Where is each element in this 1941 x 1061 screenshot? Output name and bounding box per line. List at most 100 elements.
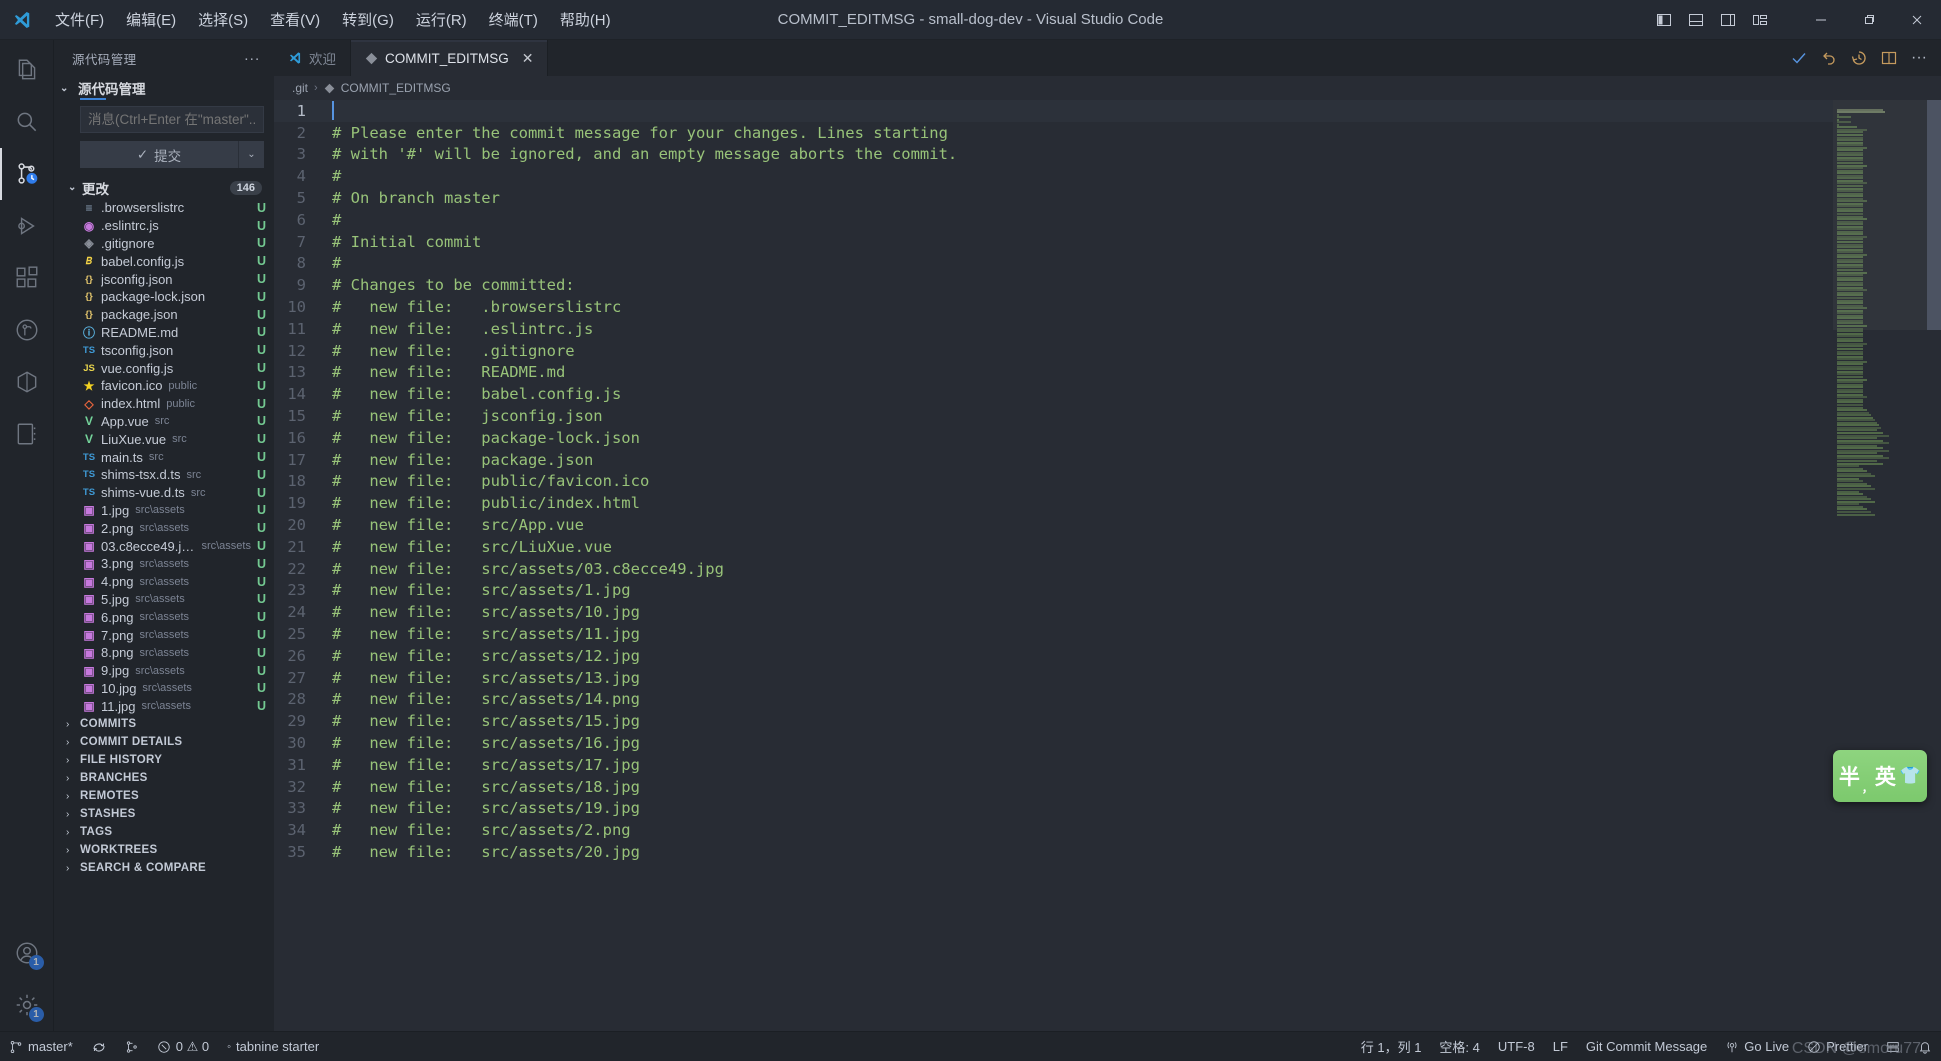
code-line[interactable]: 25 # new file: src/assets/11.jpg [274, 623, 1833, 645]
split-editor-icon[interactable] [1875, 44, 1903, 72]
code-line[interactable]: 35 # new file: src/assets/20.jpg [274, 841, 1833, 863]
code-line[interactable]: 13 # new file: README.md [274, 362, 1833, 384]
scm-panel-search-compare[interactable]: › SEARCH & COMPARE [54, 859, 274, 877]
list-item[interactable]: ▣ 1.jpg src\assets U [54, 502, 274, 520]
code-line[interactable]: 5 # On branch master [274, 187, 1833, 209]
scm-section-header[interactable]: ⌄ 源代码管理 [54, 76, 274, 100]
list-item[interactable]: ▣ 3.png src\assets U [54, 555, 274, 573]
status-cursor-position[interactable]: 行 1，列 1 [1352, 1032, 1431, 1061]
code-line[interactable]: 33 # new file: src/assets/19.jpg [274, 798, 1833, 820]
code-line[interactable]: 21 # new file: src/LiuXue.vue [274, 536, 1833, 558]
activitybar-settings[interactable]: 1 [0, 979, 54, 1031]
check-icon[interactable] [1785, 44, 1813, 72]
list-item[interactable]: ◇ index.html public U [54, 395, 274, 413]
list-item[interactable]: JS vue.config.js U [54, 359, 274, 377]
code-line[interactable]: 15 # new file: jsconfig.json [274, 405, 1833, 427]
code-line[interactable]: 6 # [274, 209, 1833, 231]
list-item[interactable]: ★ favicon.ico public U [54, 377, 274, 395]
code-line[interactable]: 28 # new file: src/assets/14.png [274, 689, 1833, 711]
code-line[interactable]: 19 # new file: public/index.html [274, 492, 1833, 514]
code-line[interactable]: 30 # new file: src/assets/16.jpg [274, 732, 1833, 754]
minimap-slider[interactable] [1833, 100, 1941, 330]
scm-panel-worktrees[interactable]: › WORKTREES [54, 841, 274, 859]
code-line[interactable]: 32 # new file: src/assets/18.jpg [274, 776, 1833, 798]
status-indentation[interactable]: 空格: 4 [1430, 1032, 1488, 1061]
list-item[interactable]: ▣ 2.png src\assets U [54, 519, 274, 537]
list-item[interactable]: ▣ 9.jpg src\assets U [54, 662, 274, 680]
close-icon[interactable]: ✕ [522, 50, 534, 67]
list-item[interactable]: TS tsconfig.json U [54, 341, 274, 359]
status-notifications[interactable] [1909, 1032, 1941, 1061]
history-icon[interactable] [1845, 44, 1873, 72]
list-item[interactable]: ▣ 03.c8ecce49.jpg src\assets U [54, 537, 274, 555]
status-prettier[interactable]: Prettier [1798, 1032, 1877, 1061]
code-line[interactable]: 10 # new file: .browserslistrc [274, 296, 1833, 318]
code-line[interactable]: 3 # with '#' will be ignored, and an empt… [274, 144, 1833, 166]
commit-dropdown-button[interactable]: ⌄ [238, 141, 264, 168]
scm-panel-commits[interactable]: › COMMITS [54, 715, 274, 733]
code-line[interactable]: 29 # new file: src/assets/15.jpg [274, 710, 1833, 732]
menu-view[interactable]: 查看(V) [259, 4, 331, 35]
activitybar-extensions[interactable] [0, 252, 54, 304]
maximize-button[interactable] [1845, 0, 1893, 40]
scm-panel-stashes[interactable]: › STASHES [54, 805, 274, 823]
code-line[interactable]: 22 # new file: src/assets/03.c8ecce49.jpg [274, 558, 1833, 580]
list-item[interactable]: TS shims-tsx.d.ts src U [54, 466, 274, 484]
activitybar-source-control[interactable] [0, 148, 54, 200]
activitybar-accounts[interactable]: 1 [0, 927, 54, 979]
code-line[interactable]: 7 # Initial commit [274, 231, 1833, 253]
status-language-mode[interactable]: Git Commit Message [1577, 1032, 1716, 1061]
status-remote[interactable] [1877, 1032, 1909, 1061]
list-item[interactable]: {} package-lock.json U [54, 288, 274, 306]
status-sync[interactable] [82, 1032, 116, 1061]
sidebar-more-icon[interactable]: ··· [236, 50, 268, 67]
list-item[interactable]: 𝐵babel.config.js U [54, 252, 274, 270]
breadcrumb-folder[interactable]: .git [292, 81, 308, 95]
list-item[interactable]: ▣ 7.png src\assets U [54, 626, 274, 644]
status-git-branch[interactable]: master* [0, 1032, 82, 1061]
code-line[interactable]: 24 # new file: src/assets/10.jpg [274, 601, 1833, 623]
code-line[interactable]: 34 # new file: src/assets/2.png [274, 819, 1833, 841]
code-line[interactable]: 26 # new file: src/assets/12.jpg [274, 645, 1833, 667]
code-line[interactable]: 16 # new file: package-lock.json [274, 427, 1833, 449]
breadcrumb-file[interactable]: COMMIT_EDITMSG [341, 81, 451, 95]
status-tabnine[interactable]: ◦ tabnine starter [218, 1032, 328, 1061]
changes-group-header[interactable]: ⌄ 更改 146 [54, 176, 274, 199]
code-line[interactable]: 17 # new file: package.json [274, 449, 1833, 471]
list-item[interactable]: V LiuXue.vue src U [54, 430, 274, 448]
code-line[interactable]: 18 # new file: public/favicon.ico [274, 471, 1833, 493]
menu-go[interactable]: 转到(G) [331, 4, 405, 35]
code-line[interactable]: 2 # Please enter the commit message for y… [274, 122, 1833, 144]
scm-panel-remotes[interactable]: › REMOTES [54, 787, 274, 805]
tab-commit-editmsg[interactable]: COMMIT_EDITMSG ✕ [351, 40, 549, 76]
list-item[interactable]: {} jsconfig.json U [54, 270, 274, 288]
code-line[interactable]: 31 # new file: src/assets/17.jpg [274, 754, 1833, 776]
menu-run[interactable]: 运行(R) [405, 4, 478, 35]
menu-file[interactable]: 文件(F) [44, 4, 115, 35]
code-line[interactable]: 11 # new file: .eslintrc.js [274, 318, 1833, 340]
scm-panel-file-history[interactable]: › FILE HISTORY [54, 751, 274, 769]
status-eol[interactable]: LF [1544, 1032, 1577, 1061]
menu-help[interactable]: 帮助(H) [549, 4, 622, 35]
code-line[interactable]: 27 # new file: src/assets/13.jpg [274, 667, 1833, 689]
list-item[interactable]: ≡ .browserslistrc U [54, 199, 274, 217]
toggle-secondary-sidebar-icon[interactable] [1713, 5, 1743, 35]
code-line[interactable]: 4 # [274, 165, 1833, 187]
list-item[interactable]: ▣ 5.jpg src\assets U [54, 591, 274, 609]
activitybar-search[interactable] [0, 96, 54, 148]
toggle-primary-sidebar-icon[interactable] [1649, 5, 1679, 35]
status-git-compare[interactable] [116, 1032, 148, 1061]
list-item[interactable]: ◈ .gitignore U [54, 235, 274, 253]
code-line[interactable]: 9 # Changes to be committed: [274, 274, 1833, 296]
code-line[interactable]: 12 # new file: .gitignore [274, 340, 1833, 362]
menu-terminal[interactable]: 终端(T) [478, 4, 549, 35]
scm-panel-tags[interactable]: › TAGS [54, 823, 274, 841]
editor-scrollbar[interactable] [1927, 100, 1941, 1031]
list-item[interactable]: ◉ .eslintrc.js U [54, 217, 274, 235]
list-item[interactable]: ▣ 11.jpg src\assets U [54, 697, 274, 715]
activitybar-notebook[interactable] [0, 408, 54, 460]
menu-edit[interactable]: 编辑(E) [115, 4, 187, 35]
scrollbar-thumb[interactable] [1927, 100, 1941, 330]
toggle-panel-icon[interactable] [1681, 5, 1711, 35]
tab-welcome[interactable]: 欢迎 [274, 40, 351, 76]
